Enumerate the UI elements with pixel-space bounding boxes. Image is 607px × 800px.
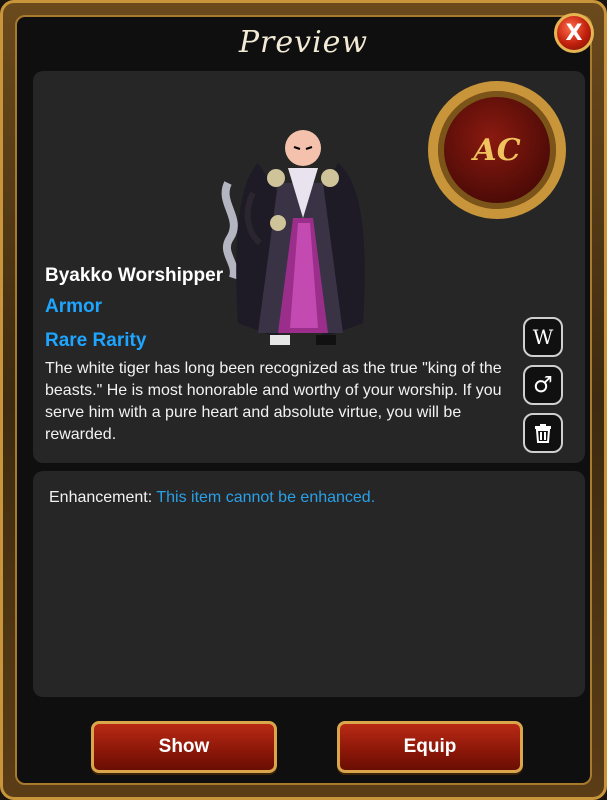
show-button[interactable]: Show (91, 721, 277, 773)
item-name: Byakko Worshipper (45, 265, 224, 286)
character-preview (221, 130, 365, 345)
equip-button[interactable]: Equip (337, 721, 523, 773)
enhancement-value: This item cannot be enhanced. (156, 489, 376, 506)
item-type: Armor (45, 296, 103, 317)
close-button[interactable]: X (554, 13, 594, 53)
item-description: The white tiger has long been recognized… (45, 360, 502, 443)
gender-toggle-button[interactable]: ♂ (523, 365, 563, 405)
ac-badge-text: AC (473, 132, 521, 168)
trash-icon (535, 424, 551, 443)
enhancement-label: Enhancement: (49, 489, 153, 506)
item-rarity: Rare Rarity (45, 330, 147, 351)
w-button[interactable]: W (523, 317, 563, 357)
preview-window: Preview X AC Byakko Worshipper Armor Rar… (0, 0, 607, 800)
window-title: Preview (238, 25, 369, 60)
ac-badge-icon: AC (428, 81, 566, 219)
enhancement-line: Enhancement: This item cannot be enhance… (49, 489, 375, 507)
delete-button[interactable] (523, 413, 563, 453)
